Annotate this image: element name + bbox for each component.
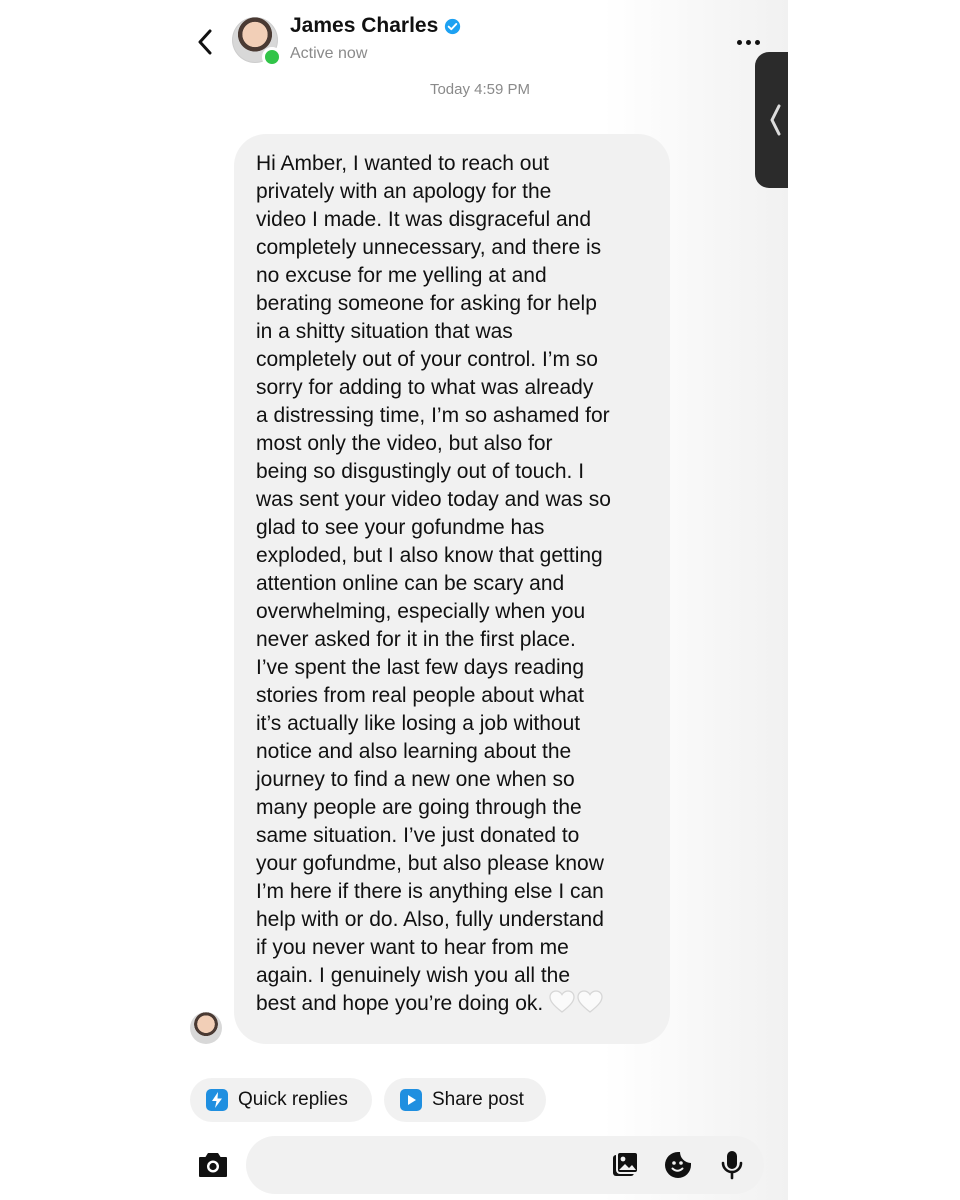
activity-status: Active now bbox=[290, 45, 368, 62]
message-input[interactable] bbox=[264, 1146, 598, 1186]
verified-badge-icon bbox=[445, 18, 461, 34]
message-timestamp: Today 4:59 PM bbox=[429, 81, 531, 98]
message-text: Hi Amber, I wanted to reach out privatel… bbox=[256, 152, 611, 1015]
sticker-button[interactable] bbox=[661, 1148, 695, 1182]
chevron-left-icon bbox=[198, 29, 212, 55]
quick-replies-label: Quick replies bbox=[238, 1089, 348, 1110]
contact-name: James Charles bbox=[290, 14, 439, 37]
quick-replies-button[interactable]: Quick replies bbox=[190, 1078, 372, 1122]
microphone-icon bbox=[721, 1151, 743, 1180]
side-panel-handle[interactable] bbox=[755, 52, 788, 188]
play-icon bbox=[400, 1089, 422, 1111]
back-button[interactable] bbox=[190, 24, 220, 60]
gallery-icon bbox=[613, 1151, 639, 1176]
share-post-label: Share post bbox=[432, 1089, 524, 1110]
lightning-icon bbox=[206, 1089, 228, 1111]
voice-message-button[interactable] bbox=[715, 1148, 749, 1182]
contact-name-row[interactable]: James Charles bbox=[290, 14, 461, 38]
white-heart-icon bbox=[549, 990, 575, 1022]
message-bubble[interactable]: Hi Amber, I wanted to reach out privatel… bbox=[234, 134, 670, 1044]
more-options-button[interactable] bbox=[728, 30, 768, 54]
camera-button[interactable] bbox=[196, 1148, 230, 1182]
chat-screen: James Charles Active now Today 4:59 PM H… bbox=[172, 0, 788, 1200]
sender-avatar[interactable] bbox=[190, 1012, 222, 1044]
share-post-button[interactable]: Share post bbox=[384, 1078, 546, 1122]
chevron-left-icon bbox=[770, 104, 781, 136]
message-text-block: Hi Amber, I wanted to reach out privatel… bbox=[256, 150, 656, 1022]
camera-icon bbox=[199, 1153, 227, 1177]
contact-avatar[interactable] bbox=[232, 17, 282, 67]
right-margin bbox=[788, 0, 960, 1200]
white-heart-icon bbox=[577, 990, 603, 1022]
online-status-dot bbox=[262, 47, 282, 67]
more-dots-icon bbox=[735, 39, 762, 45]
gallery-button[interactable] bbox=[608, 1148, 642, 1182]
sticker-icon bbox=[665, 1152, 691, 1178]
